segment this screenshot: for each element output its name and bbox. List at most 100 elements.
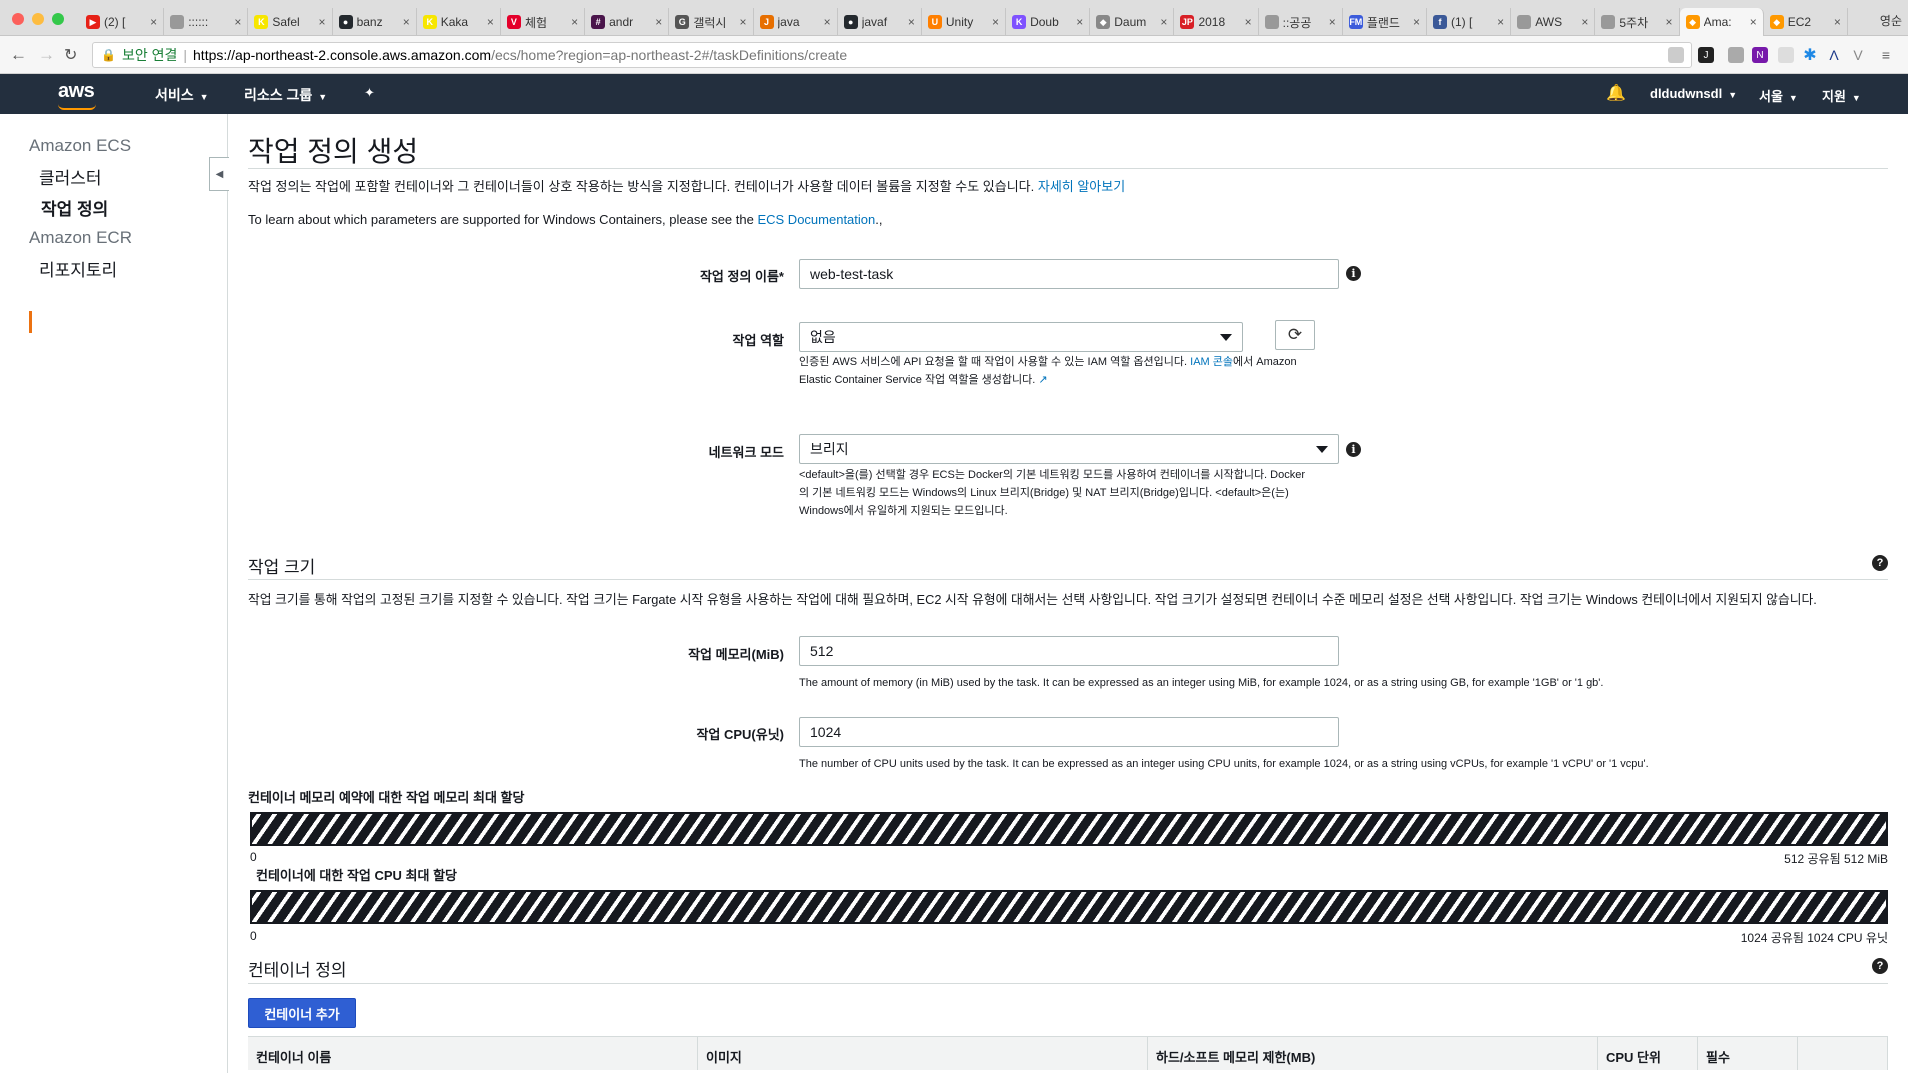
- task-name-input[interactable]: web-test-task: [799, 259, 1339, 289]
- close-tab-icon[interactable]: ×: [319, 15, 326, 29]
- bell-icon[interactable]: 🔔: [1606, 83, 1626, 103]
- task-memory-input[interactable]: 512: [799, 636, 1339, 666]
- close-tab-icon[interactable]: ×: [150, 15, 157, 29]
- iam-console-link[interactable]: IAM 콘솔: [1190, 356, 1233, 368]
- browser-tab[interactable]: ● banz ×: [333, 8, 417, 36]
- close-tab-icon[interactable]: ×: [739, 15, 746, 29]
- close-window-button[interactable]: [12, 13, 24, 25]
- close-tab-icon[interactable]: ×: [234, 15, 241, 29]
- browser-tab[interactable]: G 갤럭시 ×: [669, 8, 754, 36]
- browser-tab[interactable]: U Unity ×: [922, 8, 1007, 36]
- extension-star-icon[interactable]: ✱: [1802, 47, 1818, 64]
- close-tab-icon[interactable]: ×: [655, 15, 662, 29]
- extension-lambda-icon[interactable]: Λ: [1826, 47, 1842, 63]
- support-menu[interactable]: 지원 ▼: [1822, 86, 1861, 105]
- pin-icon[interactable]: ✦: [364, 85, 375, 101]
- column-header[interactable]: 이미지: [698, 1037, 1148, 1070]
- close-tab-icon[interactable]: ×: [908, 15, 915, 29]
- forward-icon[interactable]: →: [38, 45, 55, 65]
- browser-tab[interactable]: ▶ (2) [×: [80, 8, 165, 36]
- close-tab-icon[interactable]: ×: [1245, 15, 1252, 29]
- account-menu[interactable]: dldudwnsdl ▼: [1650, 86, 1737, 101]
- browser-tab[interactable]: # andr ×: [585, 8, 670, 36]
- browser-tab[interactable]: K Kaka ×: [417, 8, 501, 36]
- close-tab-icon[interactable]: ×: [1329, 15, 1336, 29]
- menu-icon[interactable]: ≡: [1878, 47, 1894, 63]
- browser-tab[interactable]: JP 2018 ×: [1174, 8, 1259, 36]
- extension-jetbrains-icon[interactable]: J: [1698, 47, 1714, 63]
- close-tab-icon[interactable]: ×: [1834, 15, 1841, 29]
- close-tab-icon[interactable]: ×: [1497, 15, 1504, 29]
- close-tab-icon[interactable]: ×: [1413, 15, 1420, 29]
- add-container-button[interactable]: 컨테이너 추가: [248, 998, 356, 1028]
- column-header[interactable]: CPU 단위: [1598, 1037, 1698, 1070]
- close-tab-icon[interactable]: ×: [1076, 15, 1083, 29]
- extension-icon[interactable]: [1668, 47, 1684, 63]
- reload-icon[interactable]: ↻: [64, 45, 77, 65]
- browser-tab[interactable]: FM 플랜드 ×: [1343, 8, 1427, 36]
- sidebar-item-repositories[interactable]: 리포지토리: [39, 256, 117, 281]
- maximize-window-button[interactable]: [52, 13, 64, 25]
- close-tab-icon[interactable]: ×: [824, 15, 831, 29]
- region-menu[interactable]: 서울 ▼: [1759, 86, 1798, 105]
- tab-title: Ama:: [1703, 15, 1732, 29]
- collapse-sidebar-button[interactable]: ◀: [209, 157, 229, 191]
- aws-logo[interactable]: aws: [58, 80, 96, 110]
- info-icon[interactable]: i: [1346, 442, 1361, 457]
- browser-tab[interactable]: AWS ×: [1511, 8, 1596, 36]
- extension-icon[interactable]: [1728, 47, 1744, 63]
- browser-tab[interactable]: ::공공 ×: [1259, 8, 1343, 36]
- tab-title: 5주차: [1619, 15, 1649, 30]
- close-tab-icon[interactable]: ×: [1160, 15, 1167, 29]
- task-role-select[interactable]: 없음: [799, 322, 1243, 352]
- browser-tab[interactable]: :::::: ×: [164, 8, 249, 36]
- ecs-documentation-link[interactable]: ECS Documentation: [757, 212, 875, 227]
- browser-tab[interactable]: ◆ Daum ×: [1090, 8, 1175, 36]
- page-icon: [170, 15, 185, 29]
- close-tab-icon[interactable]: ×: [1750, 15, 1757, 29]
- resource-groups-menu[interactable]: 리소스 그룹 ▼: [244, 85, 327, 105]
- column-header[interactable]: [1798, 1037, 1888, 1070]
- browser-tab[interactable]: ◆ Ama: ×: [1679, 8, 1764, 36]
- container-definitions-title: 컨테이너 정의: [248, 961, 347, 980]
- column-header[interactable]: 필수: [1698, 1037, 1798, 1070]
- unity-icon: U: [927, 15, 942, 29]
- extension-icon[interactable]: [1778, 47, 1794, 63]
- onenote-icon[interactable]: N: [1752, 47, 1768, 63]
- browser-tab[interactable]: K Doub ×: [1006, 8, 1091, 36]
- network-mode-select[interactable]: 브리지: [799, 434, 1339, 464]
- refresh-button[interactable]: ⟳: [1275, 320, 1315, 350]
- task-cpu-input[interactable]: 1024: [799, 717, 1339, 747]
- url-field[interactable]: 🔒 보안 연결 | https://ap-northeast-2.console…: [92, 42, 1692, 68]
- profile-name[interactable]: 영순: [1880, 12, 1902, 29]
- services-menu[interactable]: 서비스 ▼: [155, 85, 209, 105]
- browser-tab[interactable]: 5주차 ×: [1595, 8, 1680, 36]
- close-tab-icon[interactable]: ×: [571, 15, 578, 29]
- info-icon[interactable]: i: [1346, 266, 1361, 281]
- extension-v-icon[interactable]: V: [1850, 47, 1866, 63]
- minimize-window-button[interactable]: [32, 13, 44, 25]
- browser-tab[interactable]: ◆ EC2 ×: [1764, 8, 1848, 36]
- back-icon[interactable]: ←: [10, 45, 27, 65]
- help-icon[interactable]: ?: [1872, 958, 1888, 974]
- column-header[interactable]: 컨테이너 이름: [248, 1037, 698, 1070]
- sidebar-item-task-definitions[interactable]: 작업 정의: [41, 195, 108, 220]
- browser-tab[interactable]: ● javaf ×: [838, 8, 922, 36]
- dropdown-arrow-icon: [1316, 446, 1328, 453]
- close-tab-icon[interactable]: ×: [1581, 15, 1588, 29]
- browser-tab[interactable]: K Safel ×: [248, 8, 333, 36]
- close-tab-icon[interactable]: ×: [992, 15, 999, 29]
- close-tab-icon[interactable]: ×: [403, 15, 410, 29]
- sidebar-item-clusters[interactable]: 클러스터: [39, 164, 102, 189]
- close-tab-icon[interactable]: ×: [1666, 15, 1673, 29]
- close-tab-icon[interactable]: ×: [487, 15, 494, 29]
- external-link-icon[interactable]: ↗: [1038, 374, 1047, 386]
- browser-tab[interactable]: Jjava ×: [754, 8, 838, 36]
- browser-tab[interactable]: f (1) [×: [1427, 8, 1512, 36]
- help-icon[interactable]: ?: [1872, 555, 1888, 571]
- learn-more-link[interactable]: 자세히 알아보기: [1038, 179, 1125, 194]
- chevron-left-icon: ◀: [215, 168, 224, 180]
- browser-tab[interactable]: V 체험 ×: [501, 8, 586, 36]
- column-header[interactable]: 하드/소프트 메모리 제한(MB): [1148, 1037, 1598, 1070]
- task-cpu-label: 작업 CPU(유닛): [696, 727, 784, 742]
